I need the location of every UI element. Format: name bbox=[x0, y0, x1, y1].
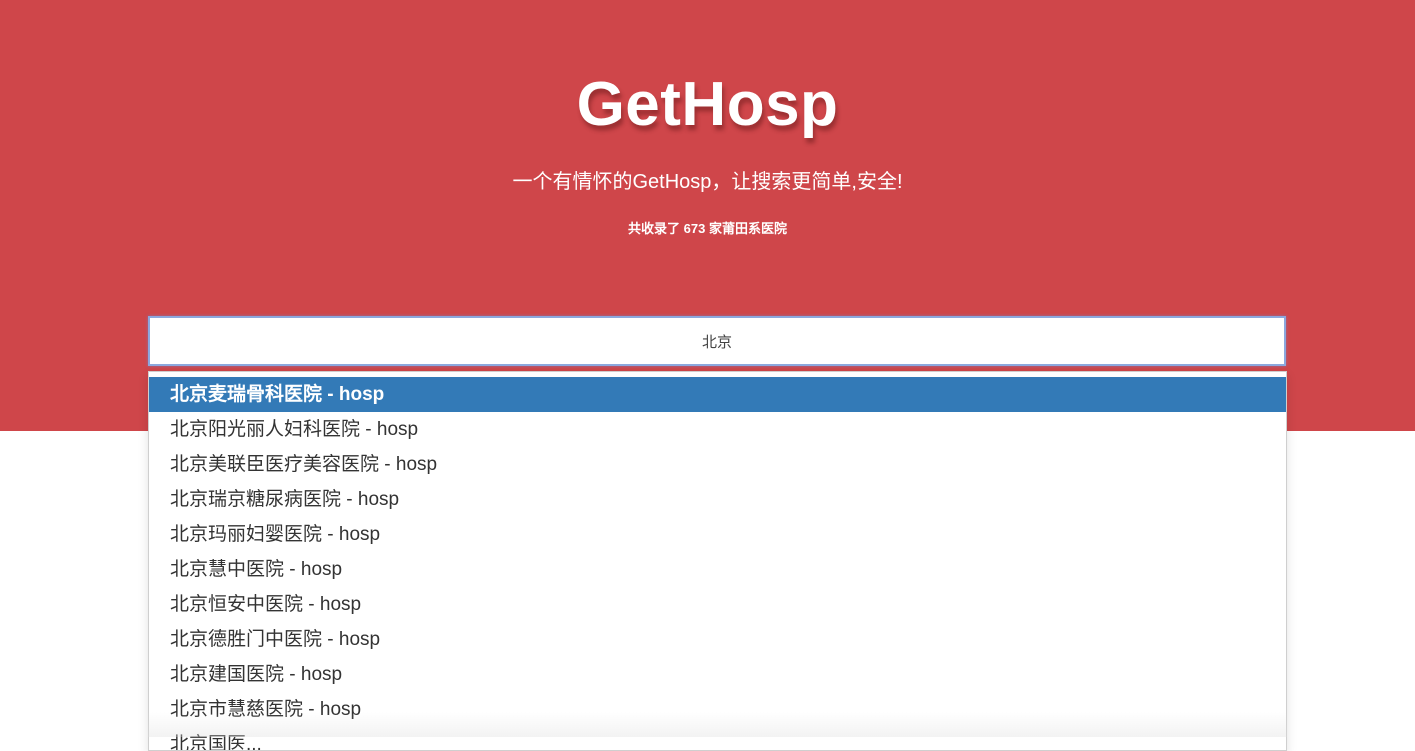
count-prefix: 共收录了 bbox=[628, 221, 681, 236]
suggestion-item[interactable]: 北京玛丽妇婴医院 - hosp bbox=[149, 517, 1286, 552]
suggestion-item[interactable]: 北京国医... bbox=[149, 727, 1286, 750]
search-box[interactable] bbox=[148, 316, 1286, 366]
search-input[interactable] bbox=[150, 318, 1284, 364]
suggestion-item[interactable]: 北京麦瑞骨科医院 - hosp bbox=[149, 377, 1286, 412]
suggestion-item[interactable]: 北京市慧慈医院 - hosp bbox=[149, 692, 1286, 727]
site-subtitle: 一个有情怀的GetHosp，让搜索更简单,安全! bbox=[512, 171, 903, 193]
hero-banner: GetHosp 一个有情怀的GetHosp，让搜索更简单,安全! 共收录了 67… bbox=[0, 0, 1415, 431]
suggestion-item[interactable]: 北京恒安中医院 - hosp bbox=[149, 587, 1286, 622]
suggestion-item[interactable]: 北京建国医院 - hosp bbox=[149, 657, 1286, 692]
suggestion-item[interactable]: 北京瑞京糖尿病医院 - hosp bbox=[149, 482, 1286, 517]
site-title: GetHosp bbox=[576, 70, 839, 139]
suggestion-item[interactable]: 北京德胜门中医院 - hosp bbox=[149, 622, 1286, 657]
suggestion-item[interactable]: 北京慧中医院 - hosp bbox=[149, 552, 1286, 587]
hospital-count-line: 共收录了 673 家莆田系医院 bbox=[0, 219, 1415, 239]
count-suffix: 家莆田系医院 bbox=[708, 221, 787, 236]
suggestion-item[interactable]: 北京美联臣医疗美容医院 - hosp bbox=[149, 447, 1286, 482]
count-value: 673 bbox=[683, 221, 706, 236]
suggestion-dropdown: 北京麦瑞骨科医院 - hosp 北京阳光丽人妇科医院 - hosp 北京美联臣医… bbox=[148, 371, 1287, 751]
suggestion-item[interactable]: 北京阳光丽人妇科医院 - hosp bbox=[149, 412, 1286, 447]
